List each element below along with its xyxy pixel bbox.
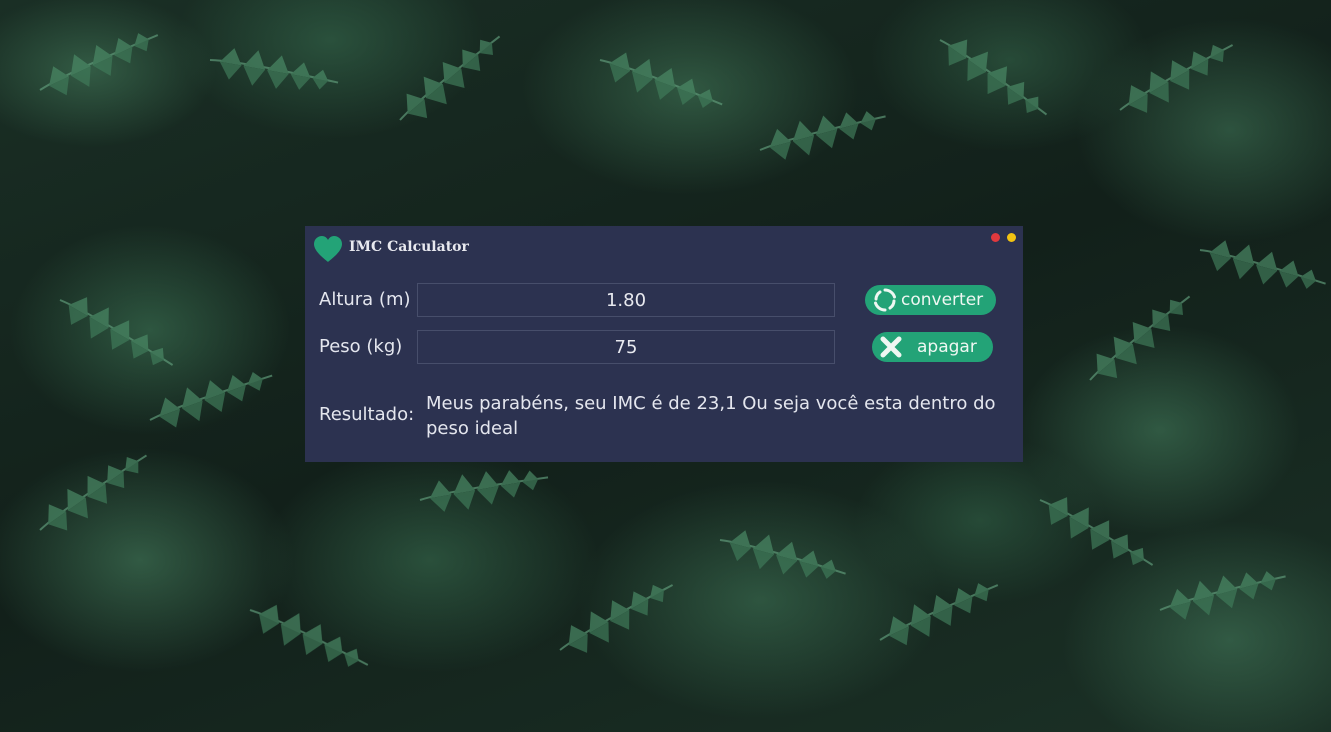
imc-calculator-window: IMC Calculator Altura (m) Peso (kg) conv… — [305, 226, 1023, 462]
height-input[interactable] — [417, 283, 835, 317]
height-label: Altura (m) — [319, 289, 411, 310]
result-label: Resultado: — [319, 404, 415, 425]
clear-button[interactable]: apagar — [872, 332, 993, 362]
weight-label: Peso (kg) — [319, 336, 403, 357]
refresh-icon — [874, 288, 896, 312]
weight-input[interactable] — [417, 330, 835, 364]
heart-icon — [314, 236, 342, 262]
title-bar[interactable]: IMC Calculator — [305, 226, 1023, 270]
x-icon — [880, 336, 902, 358]
convert-button[interactable]: converter — [865, 285, 996, 315]
close-dot-icon[interactable] — [991, 233, 1000, 242]
result-text: Meus parabéns, seu IMC é de 23,1 Ou seja… — [426, 393, 996, 439]
minimize-dot-icon[interactable] — [1007, 233, 1016, 242]
clear-button-label: apagar — [917, 337, 977, 357]
window-title: IMC Calculator — [349, 239, 469, 255]
convert-button-label: converter — [901, 290, 984, 310]
